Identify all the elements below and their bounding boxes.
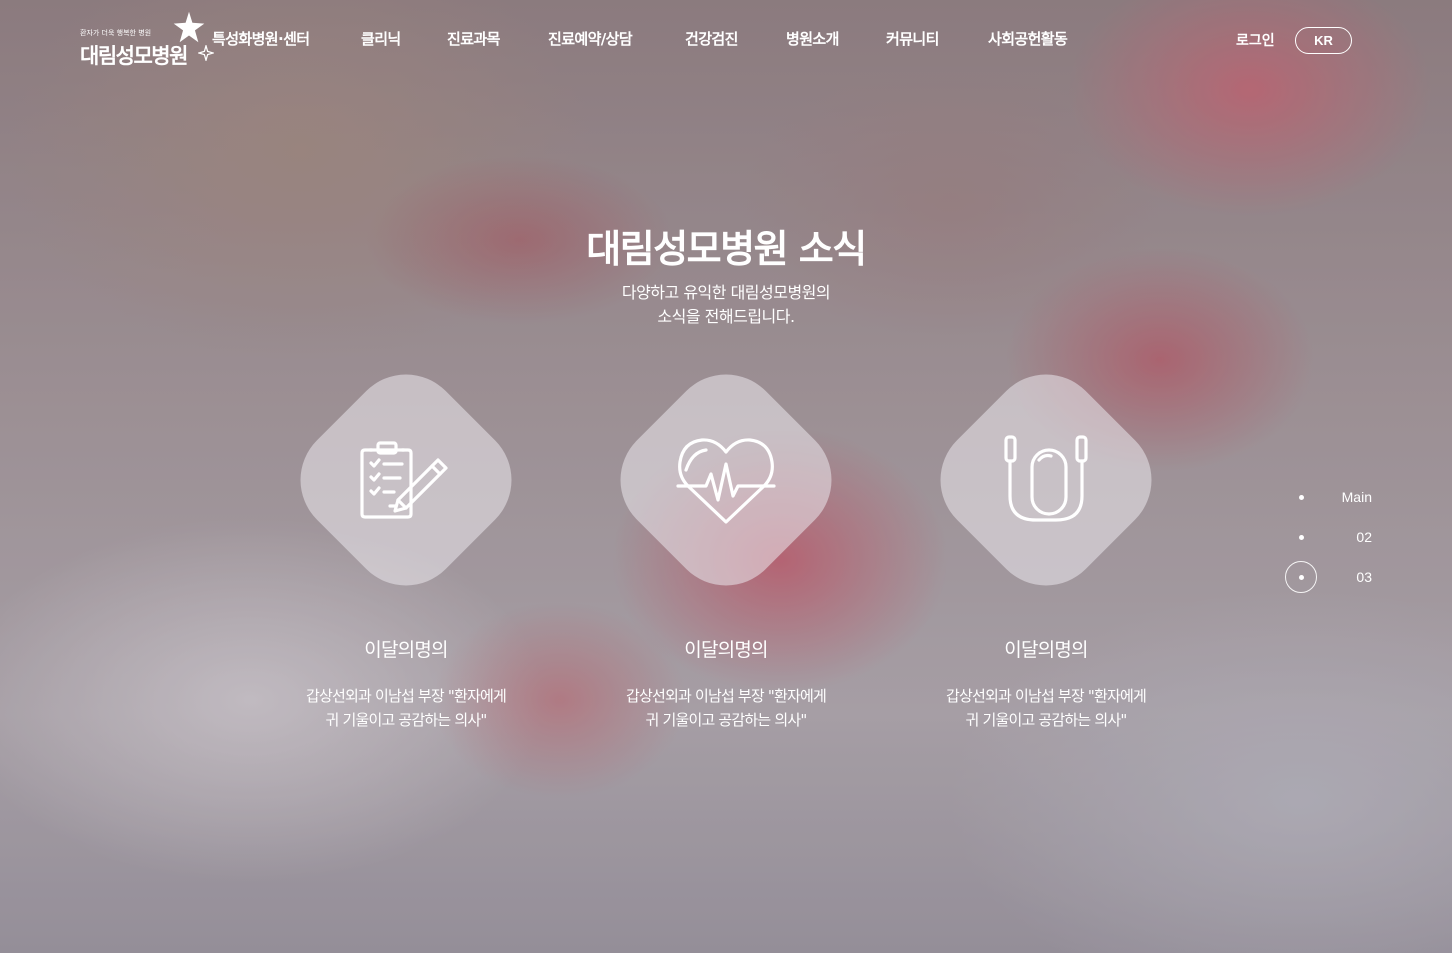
card-icon-tile — [917, 351, 1175, 609]
card-description-line-2: 귀 기울이고 공감하는 의사" — [325, 711, 487, 729]
star-icon — [173, 11, 205, 43]
card-description: 갑상선외과 이남섭 부장 "환자에게 귀 기울이고 공감하는 의사" — [588, 684, 864, 732]
card-description-line-2: 귀 기울이고 공감하는 의사" — [645, 711, 807, 729]
nav-item-health-checkup[interactable]: 건강검진 — [685, 28, 738, 49]
card-title: 이달의명의 — [1004, 639, 1088, 661]
card-description-line-2: 귀 기울이고 공감하는 의사" — [965, 711, 1127, 729]
logo-name: 대림성모병원 — [80, 44, 188, 68]
card-description-line-1: 갑상선외과 이남섭 부장 "환자에게 — [305, 687, 507, 705]
pagination-dot — [1299, 535, 1304, 540]
card-title: 이달의명의 — [364, 639, 448, 661]
login-link[interactable]: 로그인 — [1236, 30, 1275, 50]
nav-item-specialized-centers[interactable]: 특성화병원·센터 — [212, 28, 310, 49]
pagination-label: 03 — [1356, 569, 1372, 585]
pagination-label: Main — [1341, 489, 1372, 505]
clipboard-pencil-icon — [360, 441, 448, 519]
section-subtitle: 다양하고 유익한 대림성모병원의 소식을 전해드립니다. — [0, 281, 1452, 329]
card-description-line-1: 갑상선외과 이남섭 부장 "환자에게 — [945, 687, 1147, 705]
card-icon-tile — [277, 351, 535, 609]
pagination-dot — [1299, 495, 1304, 500]
subtitle-line-2: 소식을 전해드립니다. — [657, 307, 795, 326]
section-title: 대림성모병원 소식 — [586, 227, 867, 271]
card-description: 갑상선외과 이남섭 부장 "환자에게 귀 기울이고 공감하는 의사" — [268, 684, 544, 732]
nav-item-departments[interactable]: 진료과목 — [447, 28, 500, 49]
language-button[interactable]: KR — [1295, 27, 1352, 54]
pagination-item-02[interactable]: 02 — [1280, 521, 1390, 553]
hospital-logo[interactable]: 환자가 더욱 행복한 병원 대림성모병원 — [80, 11, 215, 72]
pagination-dot — [1299, 575, 1304, 580]
site-header: 환자가 더욱 행복한 병원 대림성모병원 특성화병원·센터 클리닉 진료과목 진… — [0, 0, 1452, 80]
card-description-line-1: 갑상선외과 이남섭 부장 "환자에게 — [625, 687, 827, 705]
nav-item-about[interactable]: 병원소개 — [786, 28, 839, 49]
nav-item-reservation[interactable]: 진료예약/상담 — [548, 28, 633, 49]
card-icon-tile — [597, 351, 855, 609]
stethoscope-icon — [1004, 435, 1088, 522]
pagination-item-03-active[interactable]: 03 — [1280, 561, 1390, 593]
nav-item-clinic[interactable]: 클리닉 — [361, 28, 401, 49]
heart-pulse-icon — [676, 438, 776, 524]
nav-item-social-contribution[interactable]: 사회공헌활동 — [988, 28, 1068, 49]
logo-tagline: 환자가 더욱 행복한 병원 — [80, 29, 152, 37]
card-description: 갑상선외과 이남섭 부장 "환자에게 귀 기울이고 공감하는 의사" — [908, 684, 1184, 732]
pagination-label: 02 — [1356, 529, 1372, 545]
news-card[interactable]: 이달의명의 갑상선외과 이남섭 부장 "환자에게 귀 기울이고 공감하는 의사" — [917, 351, 1175, 752]
subtitle-line-1: 다양하고 유익한 대림성모병원의 — [621, 283, 831, 302]
section-pagination: Main 02 03 — [1280, 480, 1390, 610]
pagination-item-main[interactable]: Main — [1280, 481, 1390, 513]
nav-item-community[interactable]: 커뮤니티 — [886, 28, 939, 49]
news-card[interactable]: 이달의명의 갑상선외과 이남섭 부장 "환자에게 귀 기울이고 공감하는 의사" — [277, 351, 535, 752]
card-title: 이달의명의 — [684, 639, 768, 661]
news-card[interactable]: 이달의명의 갑상선외과 이남섭 부장 "환자에게 귀 기울이고 공감하는 의사" — [597, 351, 855, 752]
